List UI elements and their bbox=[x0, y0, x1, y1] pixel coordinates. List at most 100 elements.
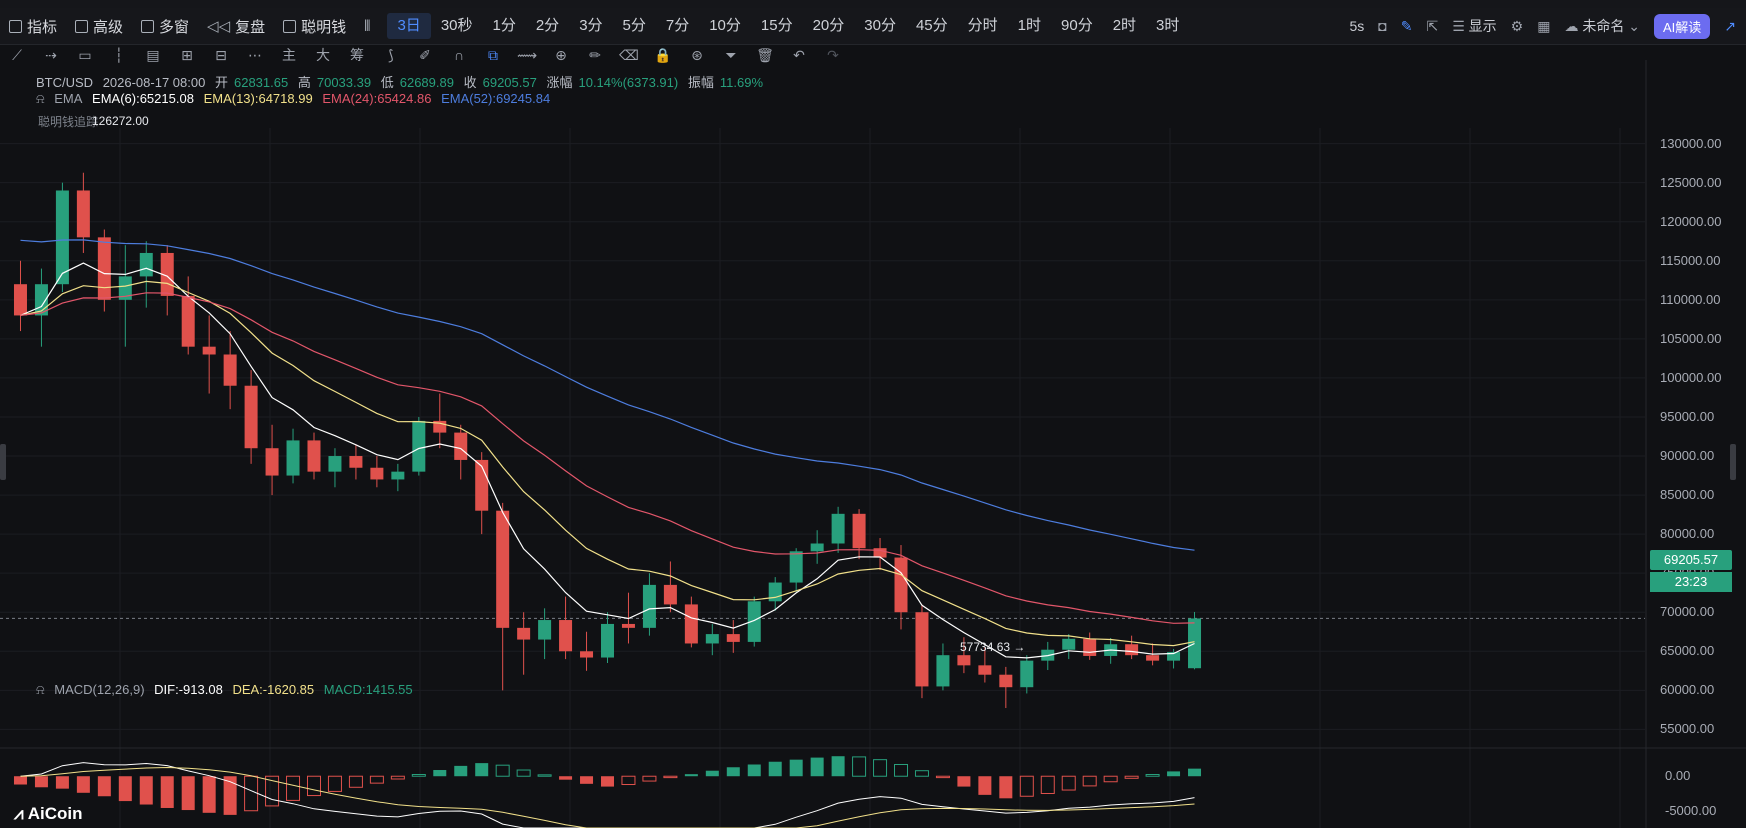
interval-11[interactable]: 45分 bbox=[906, 8, 958, 44]
price-tick-label: 60000.00 bbox=[1660, 682, 1715, 698]
candle-body bbox=[328, 456, 342, 472]
camera-icon[interactable]: ◘ bbox=[1378, 18, 1386, 34]
macd-bar bbox=[516, 769, 531, 777]
indicator-button[interactable]: 指标 bbox=[0, 8, 66, 44]
interval-1[interactable]: 30秒 bbox=[431, 8, 483, 44]
macd-bar bbox=[1082, 775, 1097, 787]
candle-body bbox=[1125, 644, 1139, 656]
macd-bar bbox=[1103, 775, 1118, 783]
advanced-button[interactable]: 高级 bbox=[66, 8, 132, 44]
candle-body bbox=[412, 420, 426, 472]
candle-body bbox=[559, 620, 573, 652]
interval-2[interactable]: 1分 bbox=[483, 8, 526, 44]
layout-icon[interactable]: ▦ bbox=[1537, 18, 1550, 35]
candle-body bbox=[370, 467, 384, 480]
candle-body bbox=[307, 440, 321, 472]
macd-bar bbox=[601, 776, 614, 787]
top-ticker-strip bbox=[0, 0, 1746, 8]
interval-12[interactable]: 分时 bbox=[958, 8, 1008, 44]
ema52-line bbox=[20, 239, 1195, 551]
candle-body bbox=[999, 674, 1013, 688]
macd-value: MACD:1415.55 bbox=[323, 682, 413, 697]
macd-bar bbox=[957, 776, 971, 787]
chevron-down-icon: ⌄ bbox=[1628, 18, 1640, 34]
candle-body bbox=[852, 513, 866, 549]
macd-bar bbox=[747, 764, 761, 777]
dif-line bbox=[20, 762, 1195, 828]
replay-button[interactable]: ◁◁ 复盘 bbox=[198, 8, 274, 44]
macd-bar bbox=[642, 775, 657, 782]
ema-legend: ⍾ EMA EMA(6):65215.08 EMA(13):64718.99 E… bbox=[36, 91, 556, 107]
amp-label: 振幅 bbox=[687, 75, 714, 90]
macd-bar bbox=[369, 775, 384, 784]
macd-bar bbox=[454, 765, 468, 777]
price-tick-label: 125000.00 bbox=[1660, 174, 1722, 190]
high-label: 高 bbox=[297, 75, 311, 90]
amp-value: 11.69% bbox=[719, 75, 764, 90]
interval-10[interactable]: 30分 bbox=[854, 8, 906, 44]
candle-countdown: 23:23 bbox=[1650, 572, 1732, 592]
candle-body bbox=[139, 252, 153, 277]
main-toolbar: 指标 高级 多窗 ◁◁ 复盘 聪明钱 ⫴ 3日 30秒 1分 2分 3分 5分 7分 10分 1… bbox=[0, 8, 1746, 45]
chart-type-button[interactable]: ⫴ bbox=[355, 8, 379, 44]
candle-body bbox=[831, 513, 845, 544]
candle-body bbox=[894, 557, 908, 613]
share-icon[interactable]: ⇱ bbox=[1426, 18, 1438, 35]
interval-14[interactable]: 90分 bbox=[1051, 8, 1103, 44]
macd-bar bbox=[873, 759, 888, 777]
display-button[interactable]: ☰ 显示 bbox=[1452, 16, 1496, 36]
right-collapse-handle[interactable] bbox=[1730, 444, 1736, 480]
left-collapse-handle[interactable] bbox=[0, 444, 6, 480]
interval-16[interactable]: 3时 bbox=[1146, 8, 1189, 44]
macd-bar bbox=[181, 776, 195, 811]
macd-bar bbox=[1167, 771, 1181, 777]
candle-body bbox=[391, 471, 405, 480]
change-value: 10.14%(6373.91) bbox=[578, 75, 679, 90]
price-tick-label: 80000.00 bbox=[1660, 526, 1715, 542]
candle-body bbox=[621, 623, 635, 628]
ai-interpret-button[interactable]: AI解读 bbox=[1653, 13, 1711, 39]
smartmoney-button[interactable]: 聪明钱 bbox=[274, 8, 355, 44]
interval-8[interactable]: 15分 bbox=[751, 8, 803, 44]
macd-bar bbox=[1040, 775, 1055, 794]
refresh-rate[interactable]: 5s bbox=[1349, 18, 1364, 34]
settings-icon[interactable]: ⚙ bbox=[1511, 18, 1524, 35]
interval-9[interactable]: 20分 bbox=[803, 8, 855, 44]
macd-bar bbox=[390, 775, 405, 780]
price-chart[interactable] bbox=[0, 60, 1746, 828]
macd-bar bbox=[852, 756, 867, 777]
candle-body bbox=[1062, 638, 1076, 650]
indicator-icon bbox=[9, 19, 22, 33]
interval-active[interactable]: 3日 bbox=[387, 13, 431, 39]
interval-15[interactable]: 2时 bbox=[1103, 8, 1146, 44]
trend-icon[interactable]: ↗ bbox=[1724, 18, 1736, 35]
price-tick-label: 105000.00 bbox=[1660, 330, 1722, 346]
interval-6[interactable]: 7分 bbox=[656, 8, 699, 44]
macd-bar bbox=[139, 776, 153, 805]
macd-tick-label: -5000.00 bbox=[1665, 802, 1717, 818]
macd-bar bbox=[306, 775, 321, 797]
macd-bar bbox=[789, 759, 803, 777]
cloud-layout-button[interactable]: ☁ 未命名 ⌄ bbox=[1564, 16, 1640, 36]
bell-icon[interactable]: ⍾ bbox=[36, 91, 45, 106]
last-price-tag: 69205.57 bbox=[1650, 550, 1732, 570]
macd-tick-label: 0.00 bbox=[1665, 768, 1691, 784]
interval-7[interactable]: 10分 bbox=[699, 8, 751, 44]
interval-3[interactable]: 2分 bbox=[526, 8, 569, 44]
macd-bar bbox=[118, 776, 132, 802]
macd-bell-icon[interactable]: ⍾ bbox=[36, 682, 45, 697]
pen-icon[interactable]: ✎ bbox=[1401, 18, 1413, 35]
multiwindow-button[interactable]: 多窗 bbox=[132, 8, 198, 44]
candle-body bbox=[13, 284, 27, 316]
interval-4[interactable]: 3分 bbox=[569, 8, 612, 44]
candle-body bbox=[1188, 618, 1202, 669]
ema24-value: EMA(24):65424.86 bbox=[322, 91, 432, 106]
macd-bar bbox=[97, 776, 111, 797]
aicoin-logo: ⩘ AiCoin bbox=[14, 804, 82, 824]
interval-5[interactable]: 5分 bbox=[613, 8, 656, 44]
close-value: 69205.57 bbox=[482, 75, 537, 90]
price-tick-label: 95000.00 bbox=[1660, 408, 1715, 424]
macd-bar bbox=[244, 775, 259, 812]
interval-13[interactable]: 1时 bbox=[1008, 8, 1051, 44]
smartmoney-watermark: 聪明钱追踪 bbox=[38, 115, 99, 129]
